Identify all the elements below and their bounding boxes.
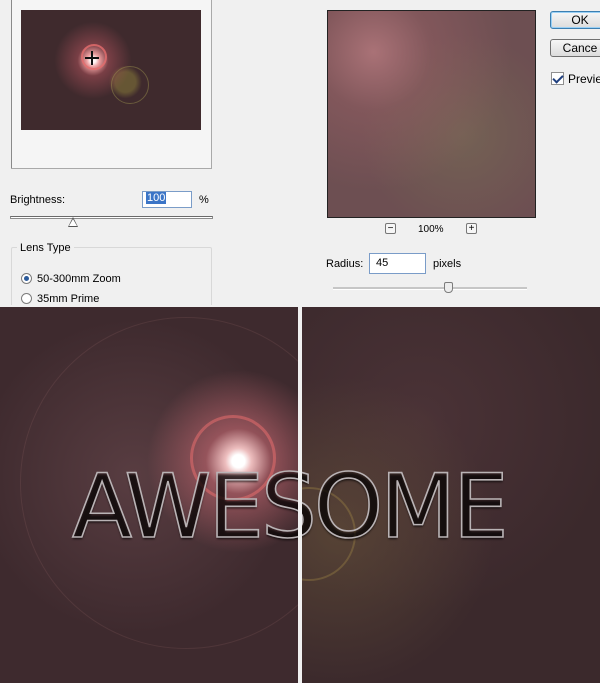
- radio-50-300mm-zoom[interactable]: [21, 273, 32, 284]
- zoom-in-button[interactable]: +: [466, 223, 477, 234]
- awesome-text-right: AWESOME: [302, 454, 509, 559]
- canvas-before-blur: AWESOME: [0, 307, 298, 683]
- gaussian-blur-dialog: − 100% + Radius: 45 pixels OK Cance Prev…: [302, 0, 600, 305]
- zoom-level: 100%: [418, 224, 444, 235]
- cancel-button[interactable]: Cance: [550, 39, 600, 57]
- radius-unit: pixels: [433, 258, 462, 270]
- flare-secondary-ring: [111, 66, 149, 104]
- radio-50-300mm-zoom-label[interactable]: 50-300mm Zoom: [37, 273, 121, 285]
- lens-type-title: Lens Type: [17, 242, 74, 254]
- brightness-input[interactable]: 100: [142, 191, 192, 208]
- radio-35mm-prime-label[interactable]: 35mm Prime: [37, 293, 99, 305]
- brightness-slider-track[interactable]: [10, 216, 213, 219]
- preview-checkbox[interactable]: [551, 72, 564, 85]
- radius-slider-track[interactable]: [333, 287, 527, 290]
- radius-label: Radius:: [326, 258, 364, 270]
- flare-preview[interactable]: [21, 10, 201, 130]
- blur-preview[interactable]: [327, 10, 536, 218]
- zoom-out-button[interactable]: −: [385, 223, 396, 234]
- preview-label[interactable]: Previe: [568, 72, 600, 86]
- canvas-after-blur: AWESOME: [302, 307, 600, 683]
- brightness-label: Brightness:: [10, 194, 66, 206]
- brightness-unit: %: [199, 194, 209, 206]
- brightness-value: 100: [146, 192, 167, 204]
- lens-flare-dialog: Brightness: 100 % Lens Type 50-300mm Zoo…: [0, 0, 298, 305]
- brightness-slider-thumb[interactable]: [68, 217, 78, 227]
- checkmark-icon: [552, 72, 564, 84]
- radius-slider-thumb[interactable]: [444, 282, 453, 293]
- awesome-text-left: AWESOME: [71, 454, 298, 559]
- radio-35mm-prime[interactable]: [21, 293, 32, 304]
- divider: [11, 0, 12, 168]
- radius-input[interactable]: 45: [369, 253, 426, 274]
- crosshair-icon[interactable]: [85, 51, 99, 65]
- ok-button[interactable]: OK: [550, 11, 600, 29]
